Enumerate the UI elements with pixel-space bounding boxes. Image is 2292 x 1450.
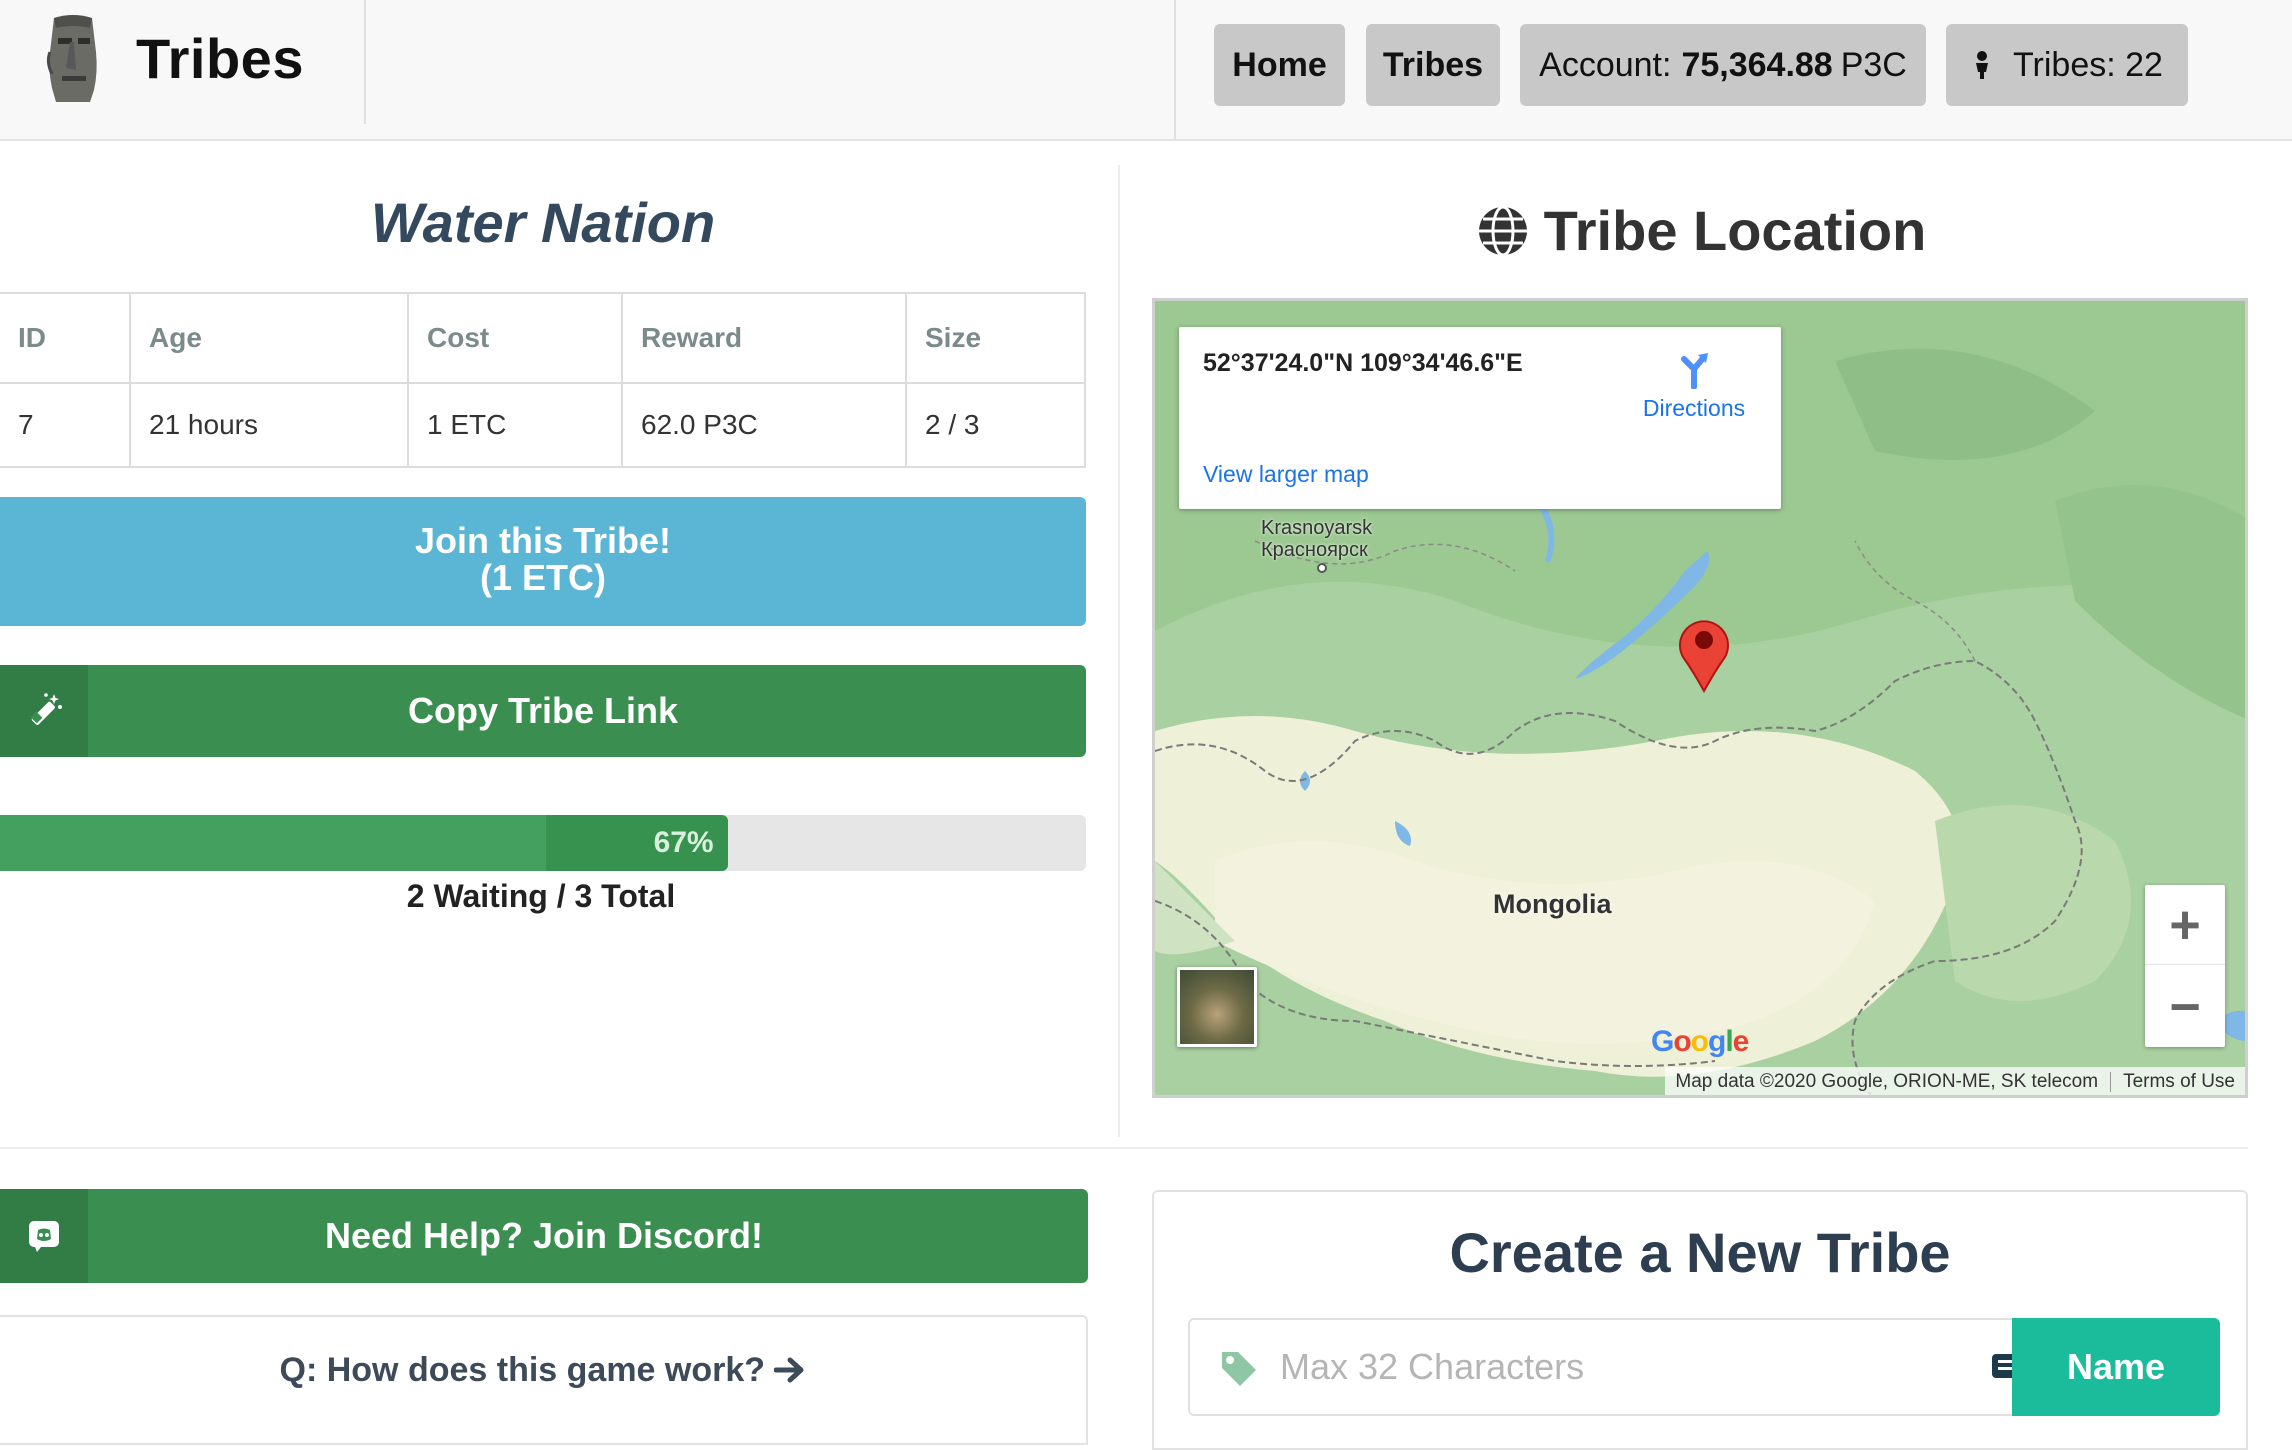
city-label-en: Krasnoyarsk — [1261, 517, 1373, 539]
embedded-map[interactable]: 52°37'24.0"N 109°34'46.6"E Directions Vi… — [1152, 298, 2248, 1098]
create-tribe-panel: Create a New Tribe Name — [1152, 1190, 2248, 1450]
copy-tribe-link-button[interactable]: Copy Tribe Link — [0, 665, 1086, 757]
cell-cost: 1 ETC — [407, 382, 623, 468]
cell-size: 2 / 3 — [905, 382, 1086, 468]
arrow-right-icon — [773, 1357, 804, 1383]
account-amount: 75,364.88 — [1681, 45, 1833, 84]
col-header-age: Age — [129, 292, 409, 384]
nav-tribes-button[interactable]: Tribes — [1366, 24, 1500, 106]
city-label-ru: Красноярск — [1261, 539, 1368, 561]
join-discord-label: Need Help? Join Discord! — [324, 1215, 764, 1256]
zoom-in-button[interactable]: + — [2145, 885, 2225, 965]
map-attribution-bar: Map data ©2020 Google, ORION-ME, SK tele… — [1665, 1067, 2245, 1095]
directions-label: Directions — [1642, 395, 1746, 421]
top-navbar: Tribes Home Tribes Account: 75,364.88 P3C … — [0, 0, 2292, 141]
row-divider — [0, 1147, 2248, 1149]
cell-id: 7 — [0, 382, 131, 468]
faq-link-label: Q: How does this game work? — [279, 1351, 766, 1389]
join-button-line1: Join this Tribe! — [414, 520, 672, 561]
account-unit: P3C — [1840, 45, 1907, 84]
account-prefix: Account: — [1539, 45, 1672, 84]
map-directions-link[interactable]: Directions — [1629, 349, 1759, 422]
join-button-line2: (1 ETC) — [480, 557, 606, 598]
tribe-name-input[interactable] — [1280, 1320, 1960, 1414]
progress-caption: 2 Waiting / 3 Total — [406, 878, 676, 914]
directions-icon — [1681, 353, 1708, 389]
table-row: 7 21 hours 1 ETC 62.0 P3C 2 / 3 — [0, 382, 1086, 468]
tribe-info-table: ID Age Cost Reward Size 7 21 hours 1 ETC… — [0, 292, 1086, 468]
join-tribe-button[interactable]: Join this Tribe! (1 ETC) — [0, 497, 1086, 626]
person-icon — [1976, 51, 1989, 79]
col-header-cost: Cost — [407, 292, 623, 384]
moai-logo-icon — [46, 15, 97, 102]
satellite-toggle-thumbnail[interactable] — [1177, 967, 1257, 1047]
map-marker-icon[interactable] — [1677, 615, 1731, 693]
city-label-krasnoyarsk: Krasnoyarsk Красноярск — [1261, 517, 1372, 561]
name-submit-button[interactable]: Name — [2012, 1318, 2220, 1416]
tribe-count-label: Tribes: 22 — [2013, 45, 2163, 84]
create-tribe-heading: Create a New Tribe — [1449, 1221, 1951, 1284]
faq-link[interactable]: Q: How does this game work? — [0, 1351, 1086, 1390]
view-larger-map-link[interactable]: View larger map — [1203, 461, 1369, 488]
brand[interactable]: Tribes — [0, 0, 366, 124]
col-header-size: Size — [905, 292, 1086, 384]
map-info-card: 52°37'24.0"N 109°34'46.6"E Directions Vi… — [1179, 327, 1781, 509]
join-discord-button[interactable]: Need Help? Join Discord! — [0, 1189, 1088, 1283]
map-attribution: Map data ©2020 Google, ORION-ME, SK tele… — [1675, 1071, 2099, 1092]
tribe-location-heading: Tribe Location — [1150, 198, 2252, 263]
cell-age: 21 hours — [129, 382, 409, 468]
tribe-fill-progress-bar: 67% — [0, 815, 1086, 871]
google-logo: Google — [1651, 1025, 1749, 1058]
progress-percent-label: 67% — [653, 826, 714, 859]
city-dot — [1317, 563, 1327, 573]
nav-home-button[interactable]: Home — [1214, 24, 1345, 106]
brand-title: Tribes — [136, 27, 304, 90]
tribe-name-heading: Water Nation — [370, 191, 716, 254]
tribe-location-title: Tribe Location — [1543, 199, 1927, 262]
faq-link-box[interactable]: Q: How does this game work? — [0, 1315, 1088, 1445]
account-balance-button[interactable]: Account: 75,364.88 P3C — [1520, 24, 1926, 106]
tribe-count-button[interactable]: Tribes: 22 — [1946, 24, 2188, 106]
globe-icon — [1478, 205, 1527, 256]
tag-icon — [1222, 1352, 1256, 1386]
header-divider — [1174, 0, 1176, 141]
tribe-name-input-group: Name — [1188, 1318, 2220, 1416]
copy-tribe-link-label: Copy Tribe Link — [407, 690, 679, 731]
map-zoom-controls: + − — [2145, 885, 2225, 1047]
column-divider — [1118, 165, 1120, 1137]
country-label-mongolia: Mongolia — [1493, 889, 1612, 919]
cell-reward: 62.0 P3C — [621, 382, 907, 468]
zoom-out-button[interactable]: − — [2145, 967, 2225, 1047]
col-header-reward: Reward — [621, 292, 907, 384]
progress-fill: 67% — [0, 815, 728, 871]
col-header-id: ID — [0, 292, 131, 384]
table-header-row: ID Age Cost Reward Size — [0, 292, 1086, 384]
terms-of-use-link[interactable]: Terms of Use — [2123, 1071, 2235, 1093]
map-coordinates: 52°37'24.0"N 109°34'46.6"E — [1203, 349, 1523, 377]
